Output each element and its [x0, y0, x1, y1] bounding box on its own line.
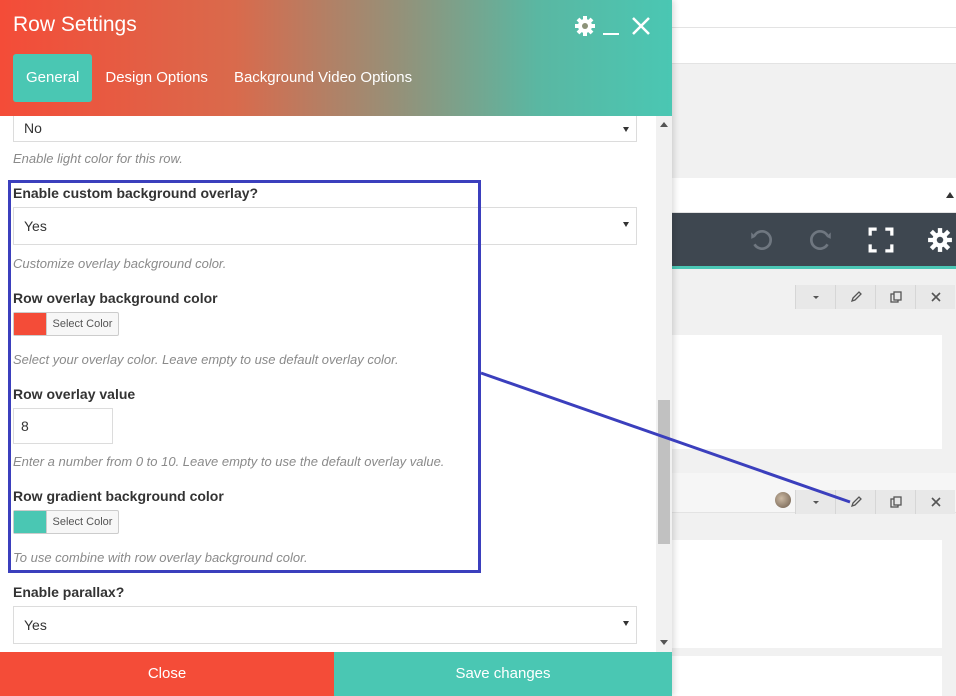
pencil-icon — [850, 496, 862, 508]
modal-tabs: General Design Options Background Video … — [13, 54, 425, 102]
row-controls — [795, 285, 955, 309]
close-icon[interactable] — [629, 14, 653, 38]
tab-design-options[interactable]: Design Options — [92, 54, 221, 102]
row-content-block — [672, 656, 942, 696]
close-icon — [930, 497, 941, 507]
row-controls — [795, 490, 955, 514]
row-clone-button[interactable] — [875, 490, 915, 514]
minimize-icon[interactable] — [600, 14, 624, 38]
chevron-down-icon — [812, 296, 819, 299]
undo-icon[interactable] — [748, 227, 774, 253]
row-toggle-button[interactable] — [795, 490, 835, 514]
editor-title-strip — [672, 28, 956, 64]
duplicate-icon — [889, 496, 902, 508]
parallax-label: Enable parallax? — [13, 584, 125, 600]
close-icon — [930, 292, 941, 302]
parallax-value: Yes — [24, 617, 47, 633]
gear-icon[interactable] — [927, 227, 953, 253]
chevron-down-icon — [623, 621, 629, 626]
chevron-down-icon — [623, 222, 629, 227]
chevron-down-icon — [623, 127, 629, 132]
light-color-select[interactable]: No — [13, 116, 637, 142]
row-content-block — [672, 335, 942, 449]
row-edit-button[interactable] — [835, 490, 875, 514]
light-color-value: No — [24, 120, 42, 136]
tab-background-video-options[interactable]: Background Video Options — [221, 54, 425, 102]
parallax-select[interactable]: Yes — [13, 606, 637, 644]
editor-top-strip — [672, 0, 956, 28]
pencil-icon — [850, 291, 862, 303]
scroll-thumb[interactable] — [658, 400, 670, 544]
editor-panel-header — [672, 178, 956, 213]
editor-toolbar — [672, 213, 956, 269]
avatar — [775, 492, 791, 508]
page-builder-background — [672, 0, 956, 696]
tab-general[interactable]: General — [13, 54, 93, 102]
row-clone-button[interactable] — [875, 285, 915, 309]
row-edit-button[interactable] — [835, 285, 875, 309]
row-delete-button[interactable] — [915, 490, 955, 514]
scroll-down-icon[interactable] — [660, 640, 668, 645]
scroll-up-icon[interactable] — [660, 122, 668, 127]
duplicate-icon — [889, 291, 902, 303]
chevron-down-icon — [812, 501, 819, 504]
row-content-block — [672, 540, 942, 648]
light-color-help: Enable light color for this row. — [13, 151, 183, 166]
collapse-arrow-icon[interactable] — [946, 192, 954, 198]
redo-icon[interactable] — [808, 227, 834, 253]
modal-header: Row Settings General Design Options Back… — [0, 0, 672, 116]
save-changes-button[interactable]: Save changes — [334, 652, 672, 696]
modal-title: Row Settings — [13, 13, 137, 36]
row-delete-button[interactable] — [915, 285, 955, 309]
annotation-highlight-box — [8, 180, 481, 573]
fullscreen-icon[interactable] — [868, 227, 894, 253]
modal-scrollbar[interactable] — [656, 116, 672, 652]
row-toggle-button[interactable] — [795, 285, 835, 309]
gear-icon[interactable] — [573, 14, 597, 38]
close-button[interactable]: Close — [0, 652, 334, 696]
